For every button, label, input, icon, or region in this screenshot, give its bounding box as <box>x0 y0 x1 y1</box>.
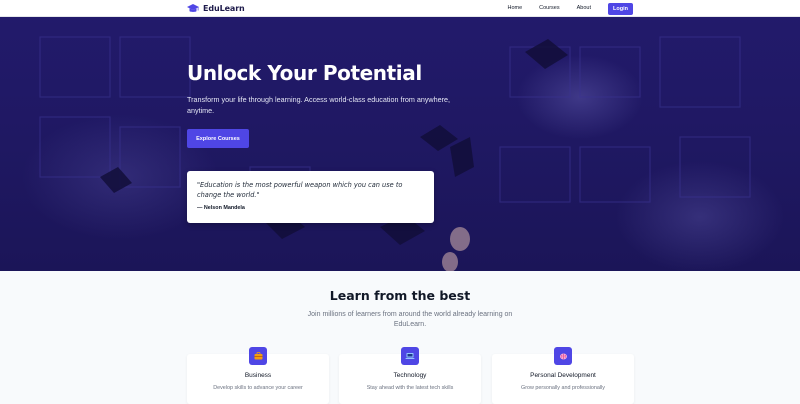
quote-card: "Education is the most powerful weapon w… <box>187 171 434 223</box>
feature-card-description: Stay ahead with the latest tech skills <box>366 385 454 391</box>
brand-name: EduLearn <box>203 4 245 13</box>
brand-logo-link[interactable]: EduLearn <box>187 2 245 15</box>
quote-text: "Education is the most powerful weapon w… <box>197 181 403 199</box>
explore-courses-button[interactable]: Explore Courses <box>187 129 249 148</box>
briefcase-icon <box>249 347 267 365</box>
login-button[interactable]: Login <box>608 2 633 15</box>
feature-card-personal-development[interactable]: Personal Development Grow personally and… <box>492 347 634 404</box>
nav-link-about[interactable]: About <box>577 0 591 17</box>
graduation-cap-icon <box>187 4 199 12</box>
section-subtitle: Join millions of learners from around th… <box>307 311 513 328</box>
top-navbar: EduLearn Home Courses About Login <box>0 0 800 17</box>
nav-links: Home Courses About Login <box>507 0 633 17</box>
brain-icon <box>554 347 572 365</box>
laptop-icon <box>401 347 419 365</box>
hero-title: Unlock Your Potential <box>187 61 422 85</box>
nav-link-home[interactable]: Home <box>507 0 522 17</box>
feature-card-title: Personal Development <box>530 372 596 379</box>
feature-card-title: Technology <box>393 372 427 379</box>
section-title: Learn from the best <box>329 288 471 303</box>
feature-card-description: Develop skills to advance your career <box>213 385 303 391</box>
hero-section: Unlock Your Potential Transform your lif… <box>0 17 800 271</box>
feature-card-description: Grow personally and professionally <box>521 385 605 391</box>
nav-link-courses[interactable]: Courses <box>539 0 559 17</box>
hero-subtitle: Transform your life through learning. Ac… <box>187 95 450 115</box>
feature-card-technology[interactable]: Technology Stay ahead with the latest te… <box>339 347 481 404</box>
quote-author: — Nelson Mandela <box>197 205 245 211</box>
feature-card-title: Business <box>244 372 272 379</box>
hero-background-image <box>39 36 751 271</box>
feature-card-business[interactable]: Business Develop skills to advance your … <box>187 347 329 404</box>
